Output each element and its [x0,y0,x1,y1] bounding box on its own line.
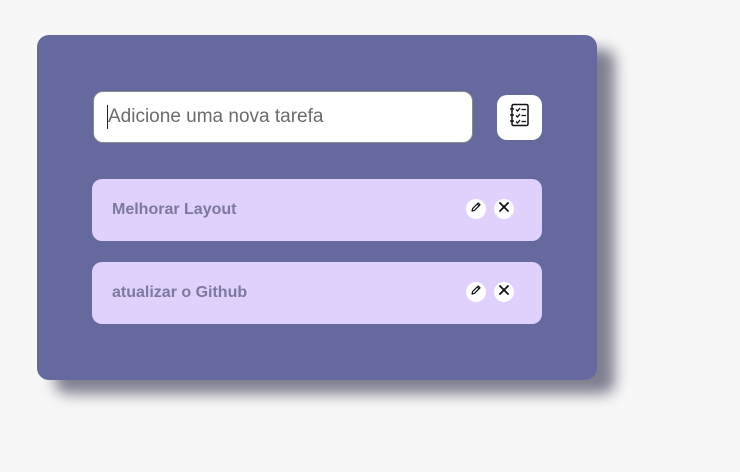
delete-task-button[interactable] [494,282,514,302]
checklist-icon [509,103,531,132]
task-label: atualizar o Github [112,284,248,301]
edit-task-button[interactable] [466,282,486,302]
close-icon [498,200,510,218]
task-item: Melhorar Layout [92,179,542,241]
edit-task-button[interactable] [466,199,486,219]
delete-task-button[interactable] [494,199,514,219]
todo-card: Melhorar Layout atualizar o Github [37,35,597,380]
add-task-button[interactable] [497,95,542,140]
task-item: atualizar o Github [92,262,542,324]
close-icon [498,283,510,301]
task-label: Melhorar Layout [112,201,237,218]
pencil-icon [470,200,482,218]
text-caret [107,105,108,129]
pencil-icon [470,283,482,301]
new-task-input[interactable] [93,91,473,143]
